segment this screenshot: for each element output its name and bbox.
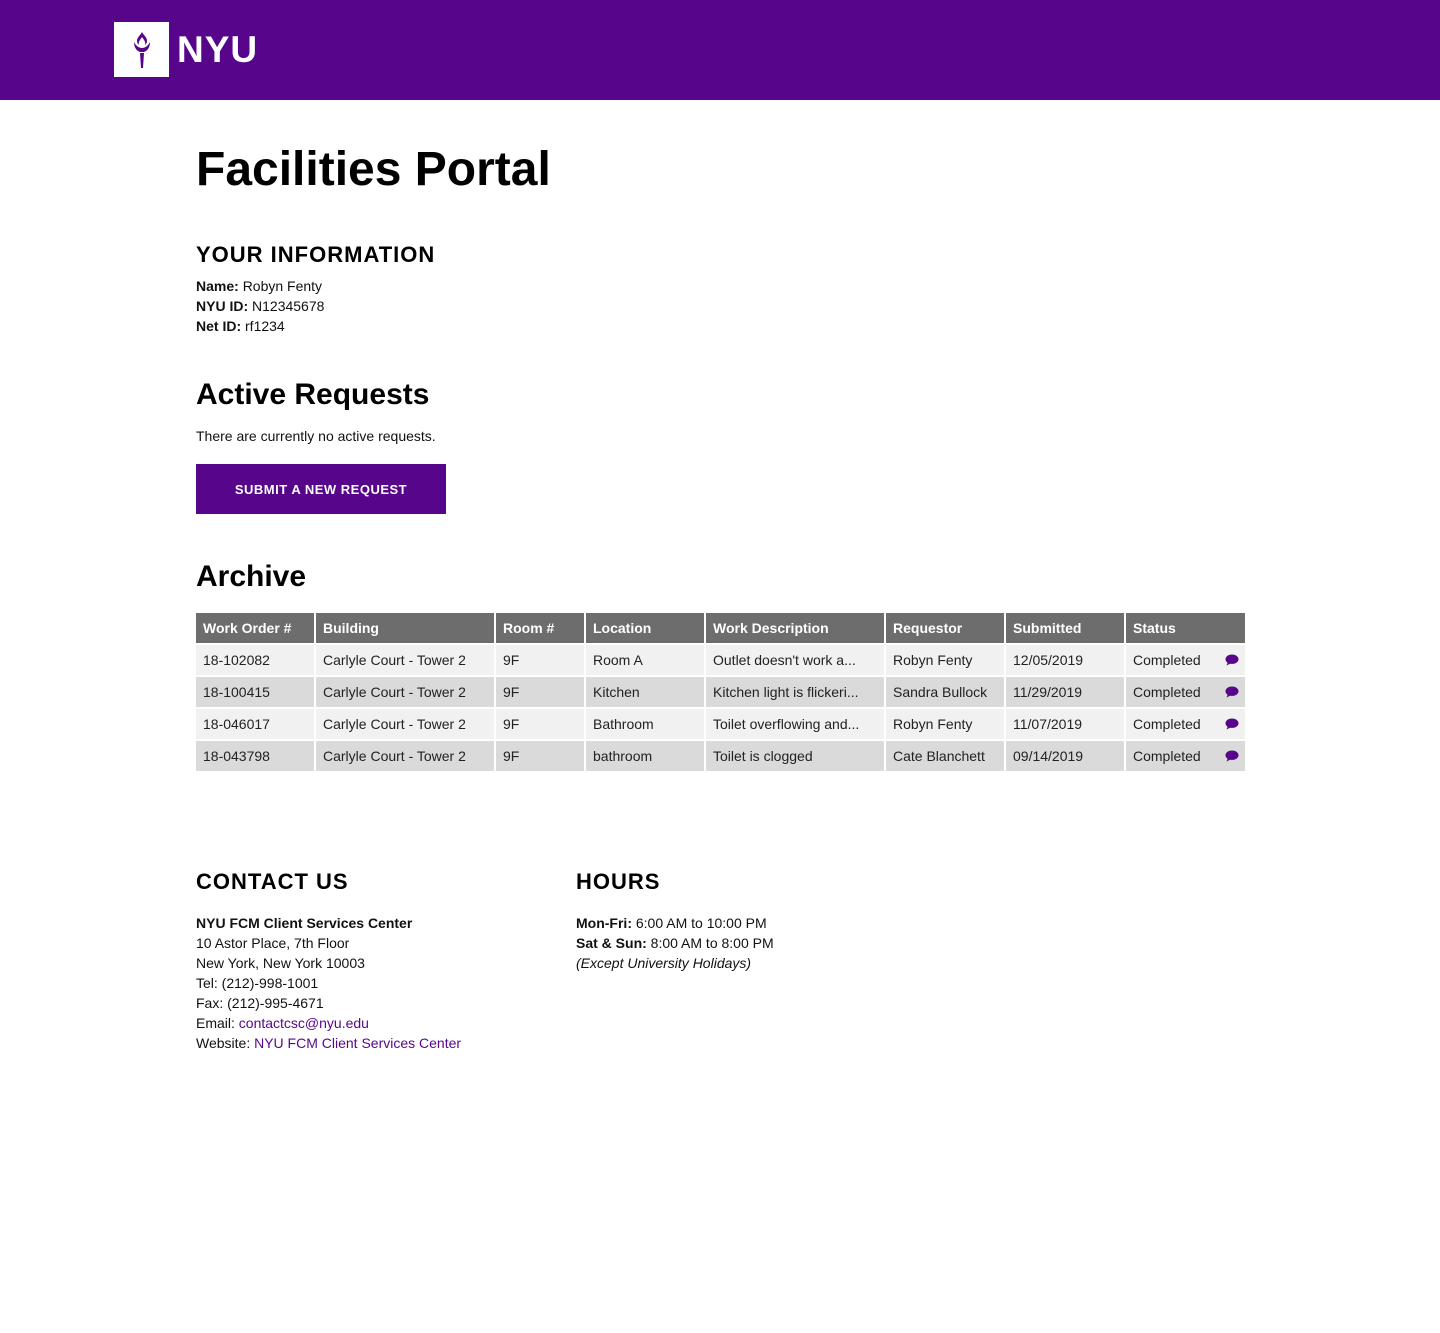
archive-table: Work Order # Building Room # Location Wo… — [194, 611, 1247, 773]
requestor-cell: Robyn Fenty — [886, 645, 1004, 675]
requestor-cell: Cate Blanchett — [886, 741, 1004, 771]
column-header[interactable]: Work Description — [706, 613, 884, 643]
page-title: Facilities Portal — [196, 143, 551, 196]
weekday-hours-row: Mon-Fri: 6:00 AM to 10:00 PM — [576, 913, 774, 933]
column-header[interactable]: Work Order # — [196, 613, 314, 643]
submitted-cell: 12/05/2019 — [1006, 645, 1124, 675]
status-cell: Completed — [1126, 709, 1245, 739]
contact-email-row: Email: contactcsc@nyu.edu — [196, 1013, 461, 1033]
email-label: Email: — [196, 1015, 235, 1031]
nyu-logo[interactable] — [114, 22, 169, 77]
column-header[interactable]: Status — [1126, 613, 1245, 643]
chat-bubble-icon[interactable] — [1225, 718, 1239, 730]
weekend-hours-row: Sat & Sun: 8:00 AM to 8:00 PM — [576, 933, 774, 953]
table-row[interactable]: 18-102082 Carlyle Court - Tower 2 9F Roo… — [196, 645, 1245, 675]
net-id-label: Net ID: — [196, 318, 242, 334]
weekday-label: Mon-Fri: — [576, 915, 632, 931]
column-header[interactable]: Room # — [496, 613, 584, 643]
requestor-cell: Sandra Bullock — [886, 677, 1004, 707]
work-order-cell: 18-102082 — [196, 645, 314, 675]
contact-website-row: Website: NYU FCM Client Services Center — [196, 1033, 461, 1053]
hours-info: Mon-Fri: 6:00 AM to 10:00 PM Sat & Sun: … — [576, 913, 774, 973]
building-cell: Carlyle Court - Tower 2 — [316, 709, 494, 739]
your-information-heading: YOUR INFORMATION — [196, 242, 436, 267]
weekday-hours: 6:00 AM to 10:00 PM — [635, 915, 767, 931]
name-value: Robyn Fenty — [242, 278, 323, 294]
building-cell: Carlyle Court - Tower 2 — [316, 645, 494, 675]
description-cell: Outlet doesn't work a... — [706, 645, 884, 675]
chat-bubble-icon[interactable] — [1225, 654, 1239, 666]
work-order-cell: 18-046017 — [196, 709, 314, 739]
room-cell: 9F — [496, 645, 584, 675]
requestor-cell: Robyn Fenty — [886, 709, 1004, 739]
top-header-bar: NYU — [0, 0, 1440, 100]
brand-name[interactable]: NYU — [177, 26, 258, 74]
contact-info: NYU FCM Client Services Center 10 Astor … — [196, 913, 461, 1053]
submit-new-request-button[interactable]: SUBMIT A NEW REQUEST — [196, 464, 446, 514]
column-header[interactable]: Submitted — [1006, 613, 1124, 643]
location-cell: Room A — [586, 645, 704, 675]
submitted-cell: 11/07/2019 — [1006, 709, 1124, 739]
room-cell: 9F — [496, 709, 584, 739]
no-active-requests-text: There are currently no active requests. — [196, 428, 436, 444]
weekend-label: Sat & Sun: — [576, 935, 647, 951]
status-text: Completed — [1133, 748, 1201, 764]
nyu-id-label: NYU ID: — [196, 298, 249, 314]
column-header[interactable]: Building — [316, 613, 494, 643]
building-cell: Carlyle Court - Tower 2 — [316, 741, 494, 771]
room-cell: 9F — [496, 677, 584, 707]
column-header[interactable]: Location — [586, 613, 704, 643]
nyu-id-row: NYU ID: N12345678 — [196, 296, 324, 316]
hours-heading: HOURS — [576, 869, 661, 894]
chat-bubble-icon[interactable] — [1225, 750, 1239, 762]
work-order-cell: 18-043798 — [196, 741, 314, 771]
chat-bubble-icon[interactable] — [1225, 686, 1239, 698]
website-label: Website: — [196, 1035, 251, 1051]
description-cell: Toilet is clogged — [706, 741, 884, 771]
email-link[interactable]: contactcsc@nyu.edu — [239, 1015, 369, 1031]
room-cell: 9F — [496, 741, 584, 771]
status-cell: Completed — [1126, 741, 1245, 771]
contact-us-heading: CONTACT US — [196, 869, 349, 894]
contact-address-line2: New York, New York 10003 — [196, 955, 365, 971]
contact-fax: Fax: (212)-995-4671 — [196, 995, 324, 1011]
work-order-cell: 18-100415 — [196, 677, 314, 707]
status-cell: Completed — [1126, 645, 1245, 675]
submitted-cell: 09/14/2019 — [1006, 741, 1124, 771]
weekend-hours: 8:00 AM to 8:00 PM — [650, 935, 774, 951]
name-label: Name: — [196, 278, 239, 294]
location-cell: Kitchen — [586, 677, 704, 707]
status-cell: Completed — [1126, 677, 1245, 707]
submitted-cell: 11/29/2019 — [1006, 677, 1124, 707]
location-cell: bathroom — [586, 741, 704, 771]
name-row: Name: Robyn Fenty — [196, 276, 324, 296]
table-row[interactable]: 18-046017 Carlyle Court - Tower 2 9F Bat… — [196, 709, 1245, 739]
table-row[interactable]: 18-100415 Carlyle Court - Tower 2 9F Kit… — [196, 677, 1245, 707]
description-cell: Kitchen light is flickeri... — [706, 677, 884, 707]
your-information: Name: Robyn Fenty NYU ID: N12345678 Net … — [196, 276, 324, 336]
description-cell: Toilet overflowing and... — [706, 709, 884, 739]
status-text: Completed — [1133, 652, 1201, 668]
holiday-note: (Except University Holidays) — [576, 955, 752, 971]
active-requests-heading: Active Requests — [196, 378, 430, 411]
location-cell: Bathroom — [586, 709, 704, 739]
status-text: Completed — [1133, 716, 1201, 732]
column-header[interactable]: Requestor — [886, 613, 1004, 643]
contact-org: NYU FCM Client Services Center — [196, 915, 413, 931]
archive-heading: Archive — [196, 560, 307, 593]
table-header-row: Work Order # Building Room # Location Wo… — [196, 613, 1245, 643]
website-link[interactable]: NYU FCM Client Services Center — [254, 1035, 461, 1051]
net-id-row: Net ID: rf1234 — [196, 316, 324, 336]
status-text: Completed — [1133, 684, 1201, 700]
building-cell: Carlyle Court - Tower 2 — [316, 677, 494, 707]
table-row[interactable]: 18-043798 Carlyle Court - Tower 2 9F bat… — [196, 741, 1245, 771]
nyu-id-value: N12345678 — [252, 298, 325, 314]
torch-icon — [133, 31, 150, 68]
contact-tel: Tel: (212)-998-1001 — [196, 975, 319, 991]
net-id-value: rf1234 — [245, 318, 285, 334]
contact-address-line1: 10 Astor Place, 7th Floor — [196, 935, 350, 951]
